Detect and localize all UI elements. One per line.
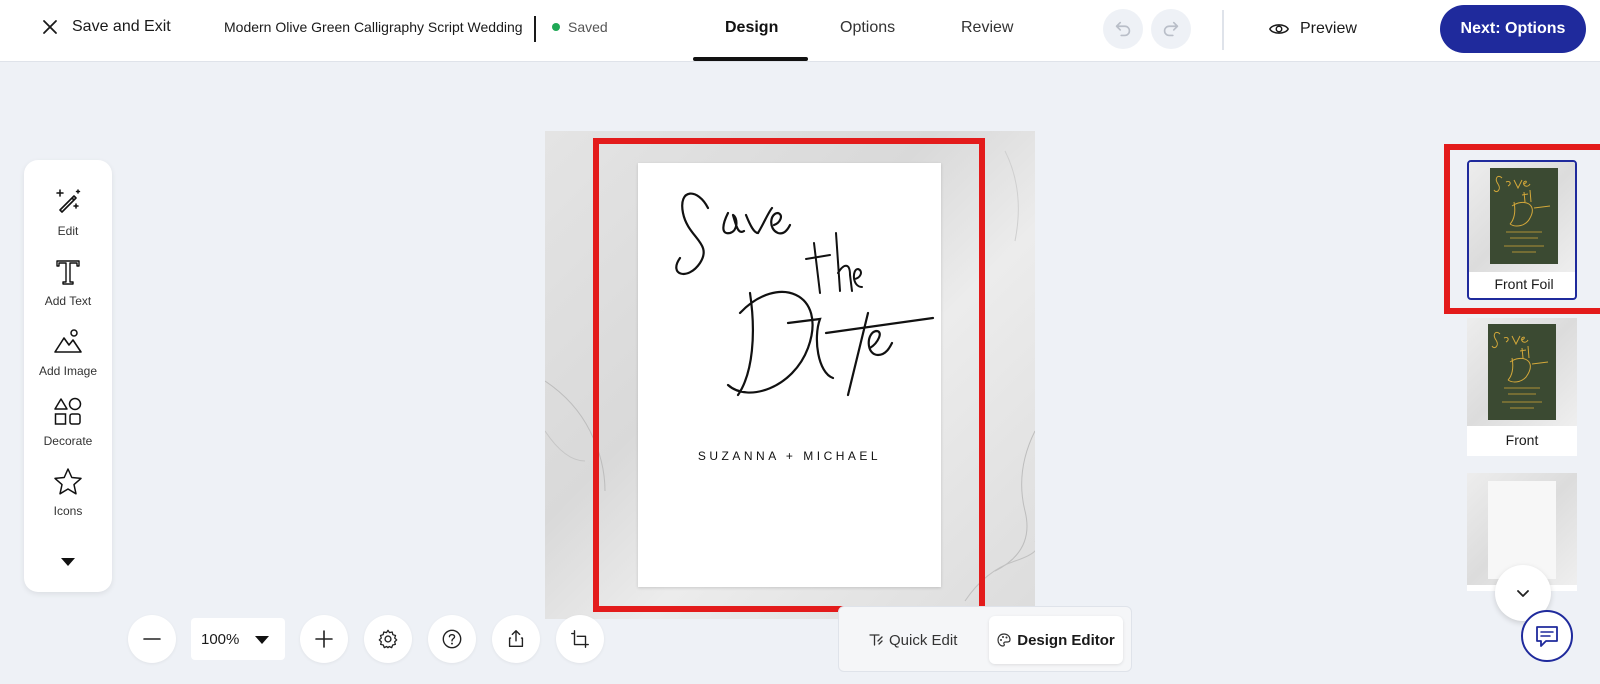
thumbnail-front-foil-label: Front Foil [1494,276,1554,292]
thumbnail-front[interactable]: Front [1467,318,1577,456]
eye-icon [1269,24,1289,34]
zoom-caret-icon [255,636,269,644]
tool-edit[interactable]: Edit [24,186,112,238]
chevron-down-icon [1517,590,1529,597]
more-tools-caret-icon[interactable] [61,558,75,566]
gear-icon [378,629,398,649]
save-the-date-script [675,192,935,397]
couple-names[interactable]: SUZANNA + MICHAEL [638,449,941,463]
shapes-icon [54,397,82,425]
tool-icons[interactable]: Icons [24,466,112,518]
tool-add-text[interactable]: Add Text [24,256,112,308]
save-status: Saved [552,19,608,35]
help-button[interactable] [428,615,476,663]
tool-icons-label: Icons [53,504,83,518]
editor-mode-switch: Quick Edit Design Editor [838,606,1132,672]
design-editor-button[interactable]: Design Editor [989,616,1123,664]
close-icon [43,20,57,34]
zoom-in-button[interactable] [300,615,348,663]
zoom-value: 100% [201,630,240,648]
zoom-select[interactable]: 100% [191,618,285,660]
tool-add-image-label: Add Image [38,364,98,378]
quick-edit-button[interactable]: Quick Edit [859,620,967,660]
tab-options[interactable]: Options [840,19,895,37]
design-editor-label: Design Editor [1017,631,1115,649]
redo-button[interactable] [1151,9,1191,49]
magic-pencil-icon [56,189,81,213]
gold-script-mini [1491,331,1549,409]
document-title: Modern Olive Green Calligraphy Script We… [224,19,523,35]
chat-button[interactable] [1521,610,1573,662]
saved-dot-icon [552,23,560,31]
save-status-label: Saved [568,19,608,35]
zoom-out-button[interactable] [128,615,176,663]
top-bar: Save and Exit Modern Olive Green Calligr… [0,0,1600,62]
undo-button[interactable] [1103,9,1143,49]
image-mountain-icon [54,329,82,353]
tool-decorate-label: Decorate [43,434,93,448]
star-icon [54,468,82,495]
preview-button[interactable]: Preview [1268,18,1357,40]
card-front[interactable]: SUZANNA + MICHAEL [638,163,941,587]
question-icon [442,629,462,649]
title-divider [534,16,536,42]
share-button[interactable] [492,615,540,663]
tool-edit-label: Edit [57,224,79,238]
tool-add-image[interactable]: Add Image [24,326,112,378]
tool-panel: Edit Add Text Add Image Decorate Icons [24,160,112,592]
thumbnail-front-foil-image [1469,162,1575,272]
redo-icon [1163,21,1179,37]
undo-icon [1115,21,1131,37]
thumbnail-front-label: Front [1505,432,1539,448]
palette-icon [997,633,1011,647]
minus-icon [143,638,161,640]
olive-card-mini [1488,324,1556,420]
crop-button[interactable] [556,615,604,663]
quick-edit-icon [869,634,883,646]
chat-bubble-icon [1536,626,1558,647]
share-icon [508,630,524,648]
save-and-exit-button[interactable]: Save and Exit [40,17,171,37]
thumbnail-front-foil[interactable]: Front Foil [1467,160,1577,300]
quick-edit-label: Quick Edit [889,631,958,649]
tab-design[interactable]: Design [725,19,778,37]
tab-review[interactable]: Review [961,19,1013,37]
save-and-exit-label: Save and Exit [72,18,171,35]
toolbar-divider [1222,10,1224,50]
next-options-button[interactable]: Next: Options [1440,5,1586,53]
plus-icon [315,630,333,648]
tool-decorate[interactable]: Decorate [24,396,112,448]
gold-script-mini [1493,175,1551,253]
settings-button[interactable] [364,615,412,663]
olive-card-mini [1490,168,1558,264]
active-tab-indicator [693,57,808,61]
crop-icon [571,630,589,648]
tool-add-text-label: Add Text [44,294,92,308]
text-t-icon [56,260,80,285]
thumbnail-front-image [1467,318,1577,426]
preview-label: Preview [1300,20,1357,37]
